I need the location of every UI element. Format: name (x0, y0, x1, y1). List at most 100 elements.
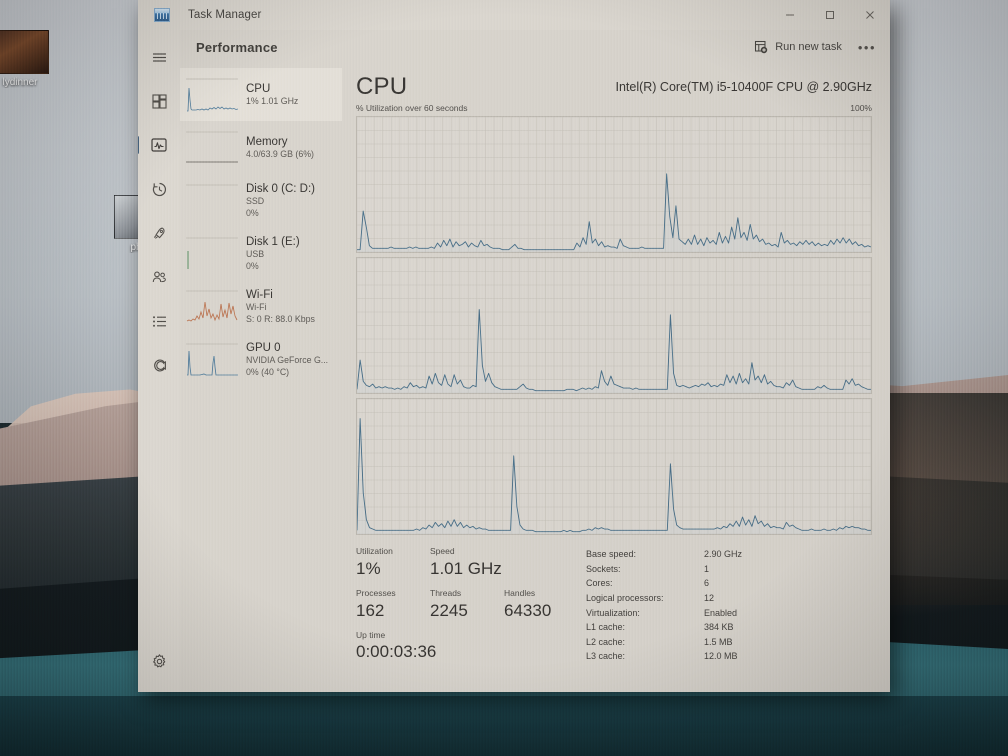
task-manager-icon (154, 8, 170, 22)
stats-row-3: Up time 0:00:03:36 (356, 629, 586, 665)
stat-label: Utilization (356, 546, 393, 557)
history-clock-icon (152, 182, 166, 196)
cpu-mini-sparkline (186, 78, 238, 111)
spec-value: 384 KB (704, 622, 734, 633)
stat-label: Processes (356, 587, 396, 598)
list-icon (152, 315, 166, 327)
command-bar: Performance Run new task ••• (180, 30, 890, 64)
sidebar-item-users[interactable] (142, 260, 176, 294)
sidebar-item-settings[interactable] (142, 644, 176, 678)
stat-processes: Processes 162 (356, 587, 430, 623)
close-button[interactable] (850, 0, 890, 30)
sidebar-item-hamburger-menu[interactable] (142, 40, 176, 74)
spec-row: L2 cache: 1.5 MB (586, 635, 872, 650)
title-bar[interactable]: Task Manager (138, 0, 890, 30)
cpu-graph-2-svg (357, 258, 871, 394)
resource-item-gpu0[interactable]: GPU 0 NVIDIA GeForce G... 0% (40 °C) (180, 333, 342, 386)
spec-key: Base speed: (586, 549, 637, 560)
cpu-graph-row-3[interactable] (356, 398, 872, 536)
stat-threads: Threads 2245 (430, 587, 504, 623)
close-icon (866, 11, 874, 19)
cpu-specs-list: Base speed: 2.90 GHz Sockets: 1 Cores: 6 (586, 545, 872, 664)
resource-item-memory[interactable]: Memory 4.0/63.9 GB (6%) (180, 121, 342, 174)
desktop-icon-label: lydinner (2, 77, 38, 88)
wifi-mini-sparkline (186, 290, 238, 322)
resource-sub: 4.0/63.9 GB (6%) (246, 148, 314, 159)
wifi-mini-graph (186, 290, 238, 324)
resource-list[interactable]: CPU 1% 1.01 GHz Memory 4.0/63.9 GB (6%) … (180, 64, 342, 692)
resource-item-cpu[interactable]: CPU 1% 1.01 GHz (180, 68, 342, 121)
disk1-mini-sparkline (186, 237, 238, 269)
users-icon (152, 271, 166, 282)
resource-sub2: 0% (246, 207, 259, 218)
desktop-icon-familydinner[interactable]: lydinner (0, 30, 68, 88)
disk0-mini-sparkline (186, 184, 238, 185)
sidebar-item-services[interactable] (142, 348, 176, 382)
sidebar-item-processes[interactable] (142, 84, 176, 118)
cpu-graph-stack (356, 116, 872, 536)
resource-sub: 1% 1.01 GHz (246, 95, 299, 106)
window-controls (770, 0, 890, 30)
cpu-model: Intel(R) Core(TM) i5-10400F CPU @ 2.90GH… (615, 80, 872, 94)
resource-sub2: 0% (246, 260, 259, 271)
stat-speed: Speed 1.01 GHz (430, 545, 512, 581)
spec-row: Sockets: 1 (586, 562, 872, 577)
spec-row: L1 cache: 384 KB (586, 620, 872, 635)
resource-sub: NVIDIA GeForce G... (246, 355, 329, 366)
resource-text: Disk 0 (C: D:) SSD 0% (246, 182, 315, 219)
sidebar-item-startup-apps[interactable] (142, 216, 176, 250)
pulse-icon (151, 138, 167, 152)
detail-pane: CPU Intel(R) Core(TM) i5-10400F CPU @ 2.… (342, 64, 890, 692)
minimize-icon (786, 14, 794, 16)
cpu-graph-3-svg (357, 399, 871, 535)
memory-mini-graph (186, 131, 238, 165)
graph-axis-labels: % Utilization over 60 seconds 100% (356, 103, 872, 113)
spec-value: 1 (704, 563, 710, 574)
run-new-task-button[interactable]: Run new task (754, 40, 842, 54)
stat-label: Threads (430, 587, 462, 598)
resource-item-wifi[interactable]: Wi-Fi Wi-Fi S: 0 R: 88.0 Kbps (180, 280, 342, 333)
panes: CPU 1% 1.01 GHz Memory 4.0/63.9 GB (6%) … (180, 64, 890, 692)
spec-row: Logical processors: 12 (586, 591, 872, 606)
resource-name: GPU 0 (246, 341, 281, 354)
navigation-rail[interactable] (138, 30, 180, 692)
maximize-icon (826, 11, 834, 19)
stat-label: Speed (430, 546, 455, 557)
cpu-graph-1-svg (357, 117, 871, 253)
cpu-heading: CPU (356, 73, 408, 100)
resource-item-disk0[interactable]: Disk 0 (C: D:) SSD 0% (180, 174, 342, 227)
spec-row: L3 cache: 12.0 MB (586, 649, 872, 664)
maximize-button[interactable] (810, 0, 850, 30)
stat-value: 1% (356, 558, 381, 578)
stat-value: 162 (356, 600, 385, 620)
grid (357, 258, 871, 394)
grid (357, 117, 871, 253)
spec-key: Sockets: (586, 563, 621, 574)
spec-value: Enabled (704, 607, 738, 618)
resource-sub: SSD (246, 196, 265, 207)
stats-row-2: Processes 162 Threads 2245 Handles 64330 (356, 587, 586, 623)
memory-mini-sparkline (186, 131, 238, 162)
minimize-button[interactable] (770, 0, 810, 30)
wallpaper-water-foreground (0, 695, 1008, 756)
resource-sub2: 0% (40 °C) (246, 366, 290, 377)
spec-row: Base speed: 2.90 GHz (586, 547, 872, 562)
sidebar-item-details[interactable] (142, 304, 176, 338)
spec-row: Cores: 6 (586, 576, 872, 591)
resource-item-disk1[interactable]: Disk 1 (E:) USB 0% (180, 227, 342, 280)
spec-value: 1.5 MB (704, 636, 733, 647)
sidebar-item-performance[interactable] (138, 128, 176, 162)
cpu-graph-row-1[interactable] (356, 116, 872, 254)
cpu-graph-row-2[interactable] (356, 257, 872, 395)
page-title: Performance (196, 39, 278, 55)
stat-value: 64330 (504, 600, 552, 620)
disk0-mini-graph (186, 184, 238, 218)
more-options-button[interactable]: ••• (858, 40, 876, 55)
gpu-mini-graph (186, 343, 238, 377)
run-new-task-icon (755, 40, 768, 54)
sidebar-item-app-history[interactable] (142, 172, 176, 206)
resource-name: CPU (246, 82, 271, 95)
stat-handles: Handles 64330 (504, 587, 578, 623)
resource-name: Memory (246, 135, 288, 148)
task-manager-window[interactable]: Task Manager Performance Run new task ••… (138, 0, 890, 692)
